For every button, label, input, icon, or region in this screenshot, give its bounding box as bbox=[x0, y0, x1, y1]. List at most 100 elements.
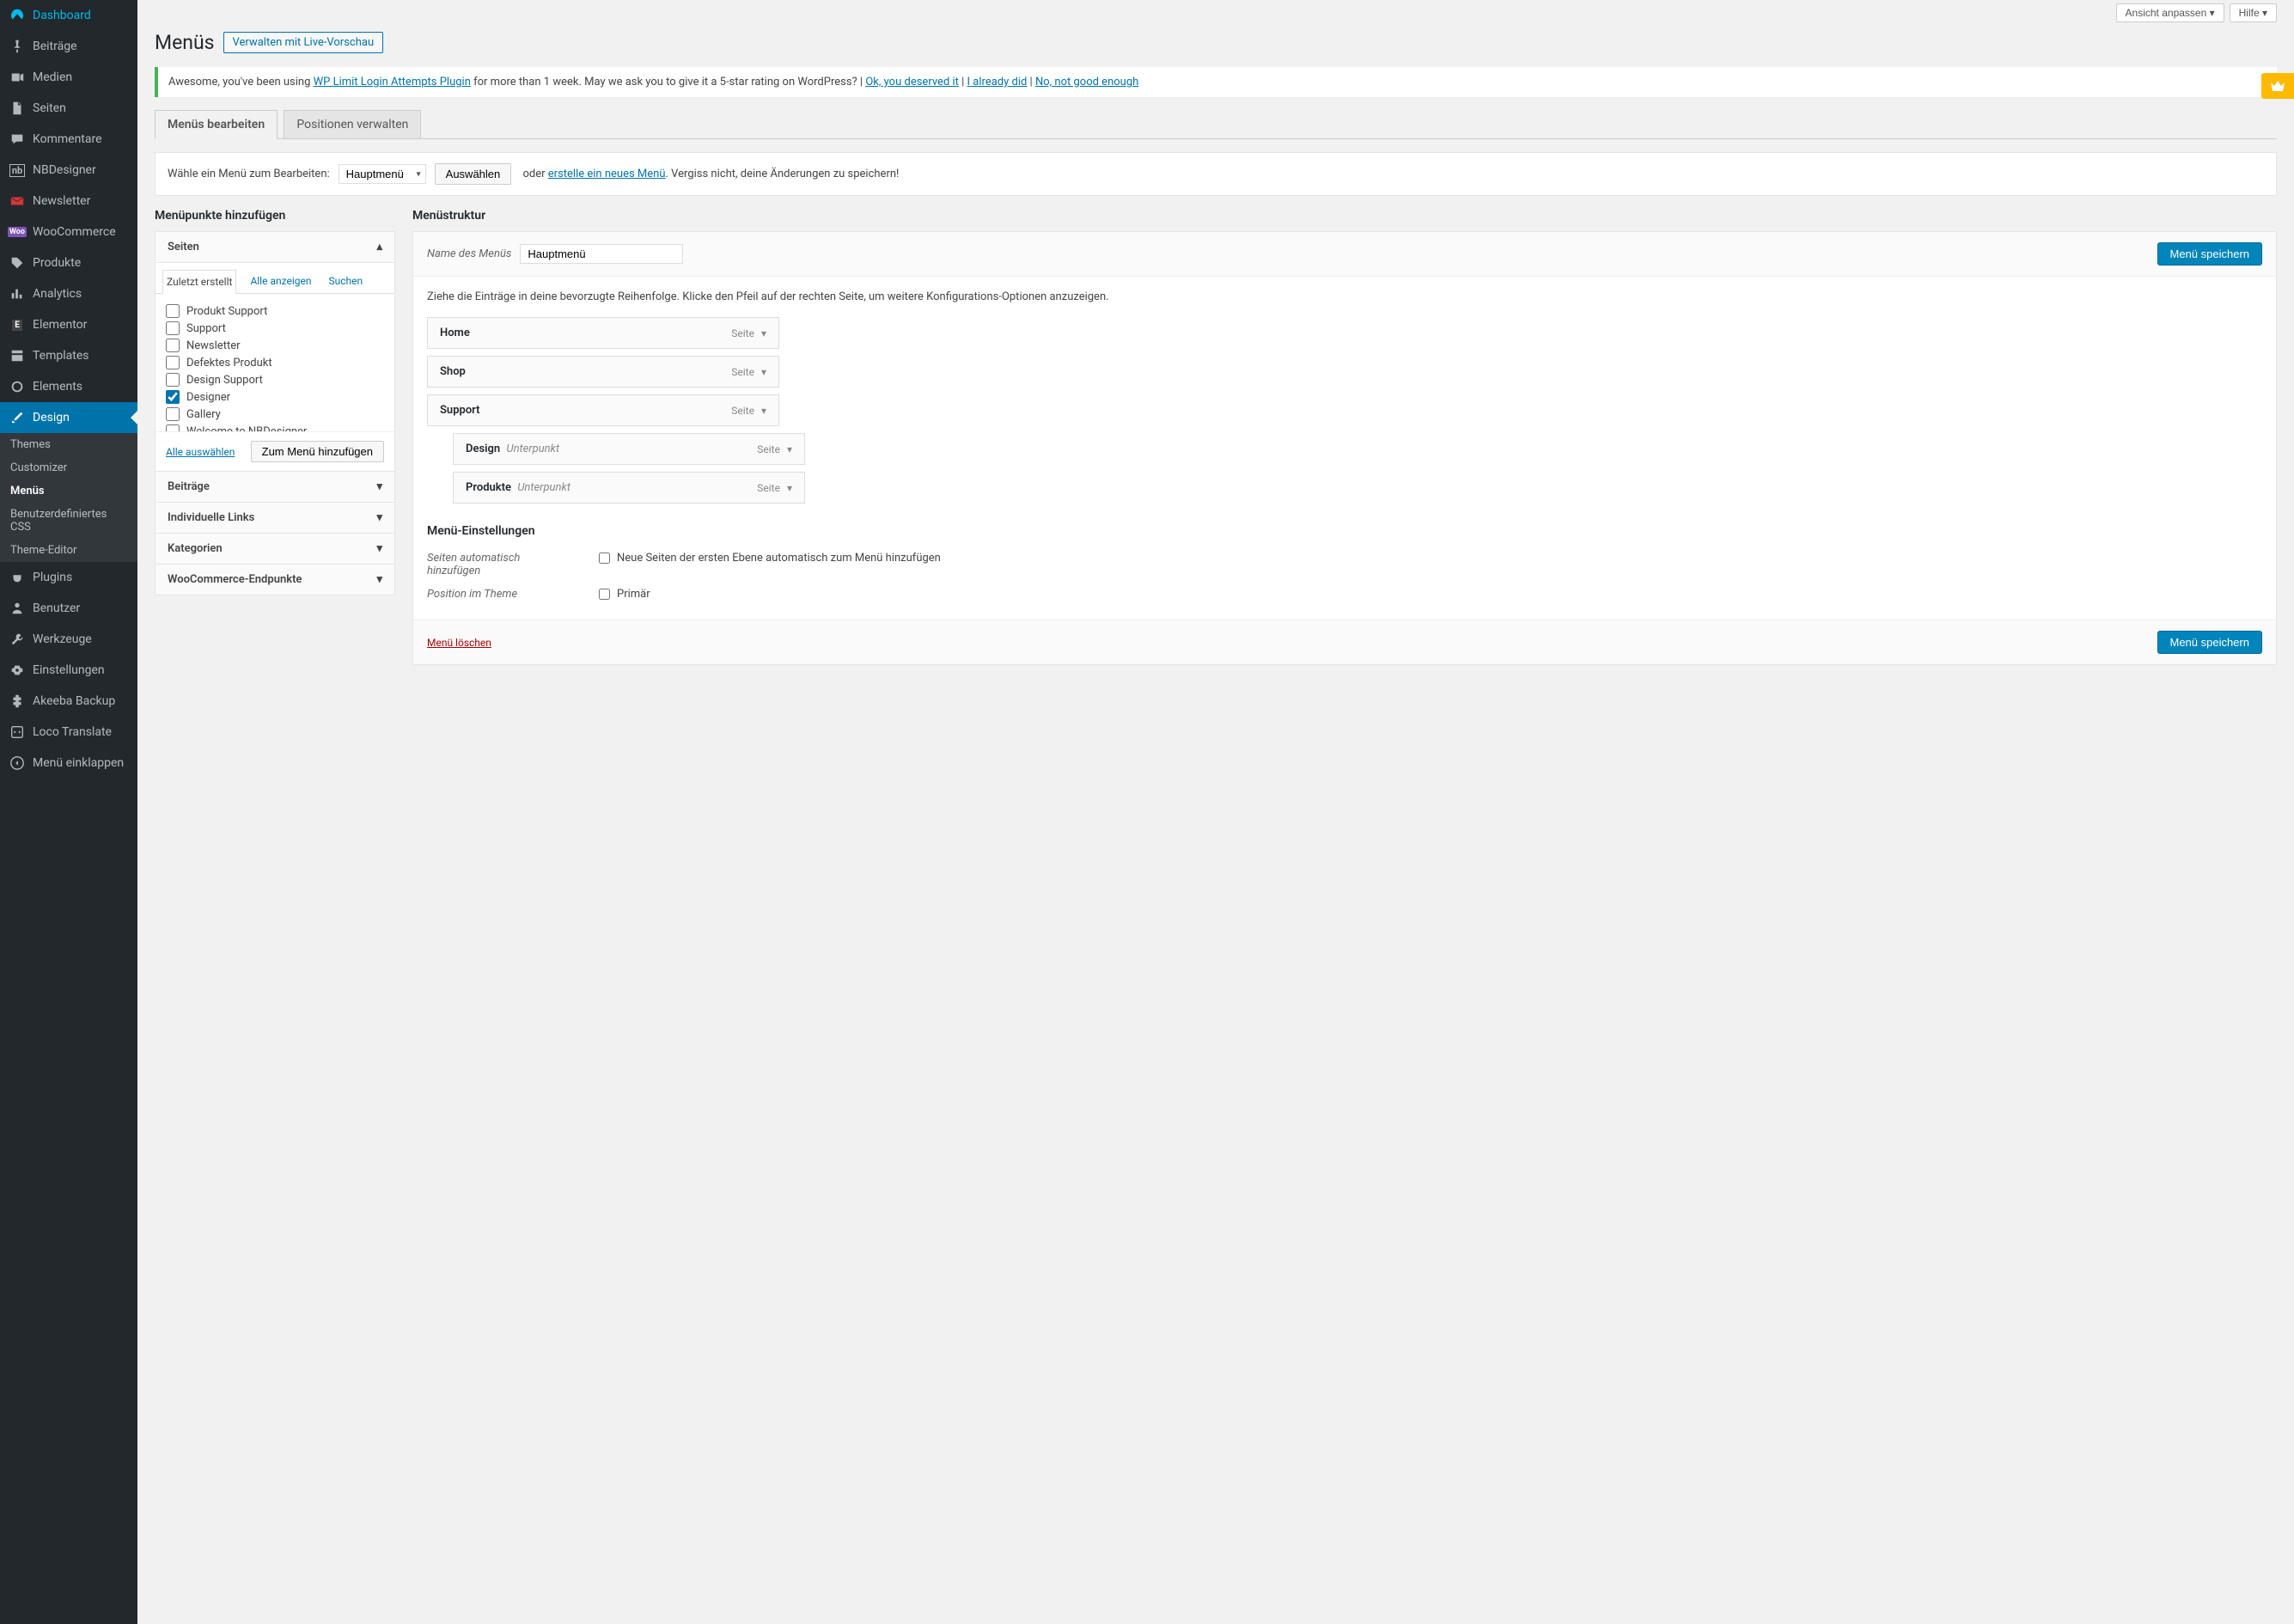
chevron-down-icon[interactable]: ▾ bbox=[761, 405, 766, 417]
check-item[interactable]: Design Support bbox=[166, 371, 384, 388]
page-checkbox[interactable] bbox=[166, 407, 180, 421]
acc-woo-head[interactable]: WooCommerce-Endpunkte▾ bbox=[156, 564, 394, 595]
sidebar-item-seiten[interactable]: Seiten bbox=[0, 93, 137, 124]
tab-search[interactable]: Suchen bbox=[325, 270, 366, 293]
check-item[interactable]: Designer bbox=[166, 388, 384, 406]
sidebar-item-produkte[interactable]: Produkte bbox=[0, 247, 137, 278]
page-checkbox[interactable] bbox=[166, 390, 180, 404]
check-item[interactable]: Produkt Support bbox=[166, 302, 384, 320]
menu-select[interactable]: Hauptmenü bbox=[339, 164, 426, 184]
rate-already-link[interactable]: I already did bbox=[967, 76, 1028, 89]
add-items-title: Menüpunkte hinzufügen bbox=[155, 209, 395, 223]
loco-icon bbox=[9, 723, 26, 741]
delete-menu-link[interactable]: Menü löschen bbox=[427, 637, 491, 649]
chevron-down-icon[interactable]: ▾ bbox=[761, 366, 766, 378]
sidebar-item-templates[interactable]: Templates bbox=[0, 340, 137, 371]
page-checklist[interactable]: Produkt Support Support Newsletter Defek… bbox=[156, 294, 394, 431]
sidebar-item-dashboard[interactable]: Dashboard bbox=[0, 0, 137, 31]
sidebar-subitem-menüs[interactable]: Menüs bbox=[0, 479, 137, 503]
collapse-icon bbox=[9, 754, 26, 772]
theme-location-checkbox[interactable] bbox=[599, 589, 610, 600]
page-checkbox[interactable] bbox=[166, 321, 180, 335]
sidebar-subitem-customizer[interactable]: Customizer bbox=[0, 456, 137, 479]
menu-item[interactable]: ShopSeite ▾ bbox=[427, 356, 779, 388]
templates-icon bbox=[9, 347, 26, 364]
create-menu-link[interactable]: erstelle ein neues Menü bbox=[548, 168, 666, 180]
sidebar-item-benutzer[interactable]: Benutzer bbox=[0, 593, 137, 624]
help-button[interactable]: Hilfe ▾ bbox=[2230, 3, 2277, 22]
main-content: Ansicht anpassen ▾ Hilfe ▾ Menüs Verwalt… bbox=[137, 0, 2294, 665]
sidebar-subitem-themes[interactable]: Themes bbox=[0, 433, 137, 456]
sidebar-item-woocommerce[interactable]: WooWooCommerce bbox=[0, 217, 137, 247]
sidebar-item-beiträge[interactable]: Beiträge bbox=[0, 31, 137, 62]
select-menu-label: Wähle ein Menü zum Bearbeiten: bbox=[168, 168, 330, 180]
page-checkbox[interactable] bbox=[166, 356, 180, 369]
sidebar-item-akeeba-backup[interactable]: Akeeba Backup bbox=[0, 686, 137, 717]
menu-item[interactable]: Produkte UnterpunktSeite ▾ bbox=[453, 472, 805, 504]
sidebar-item-einstellungen[interactable]: Einstellungen bbox=[0, 655, 137, 686]
page-checkbox[interactable] bbox=[166, 339, 180, 352]
acc-posts-head[interactable]: Beiträge▾ bbox=[156, 471, 394, 502]
tab-recent[interactable]: Zuletzt erstellt bbox=[162, 270, 236, 294]
theme-location-label: Position im Theme bbox=[427, 588, 573, 601]
acc-links-head[interactable]: Individuelle Links▾ bbox=[156, 502, 394, 533]
add-to-menu-button[interactable]: Zum Menü hinzufügen bbox=[251, 441, 384, 462]
rate-no-link[interactable]: No, not good enough bbox=[1035, 76, 1138, 89]
auto-add-checkbox[interactable] bbox=[599, 553, 610, 564]
check-item[interactable]: Newsletter bbox=[166, 337, 384, 354]
sidebar-item-nbdesigner[interactable]: nbNBDesigner bbox=[0, 155, 137, 186]
save-menu-button-bottom[interactable]: Menü speichern bbox=[2157, 631, 2263, 654]
select-all-link[interactable]: Alle auswählen bbox=[166, 446, 235, 458]
sidebar-item-newsletter[interactable]: Newsletter bbox=[0, 186, 137, 217]
sidebar-item-kommentare[interactable]: Kommentare bbox=[0, 124, 137, 155]
elementor-icon: E bbox=[9, 316, 26, 333]
check-item[interactable]: Defektes Produkt bbox=[166, 354, 384, 371]
menu-item[interactable]: Design UnterpunktSeite ▾ bbox=[453, 433, 805, 465]
admin-sidebar: DashboardBeiträgeMedienSeitenKommentaren… bbox=[0, 0, 137, 1624]
tab-manage-locations[interactable]: Positionen verwalten bbox=[284, 110, 421, 139]
page-checkbox[interactable] bbox=[166, 424, 180, 431]
sidebar-item-menü-einklappen[interactable]: Menü einklappen bbox=[0, 748, 137, 778]
user-icon bbox=[9, 600, 26, 617]
sidebar-item-design[interactable]: Design bbox=[0, 402, 137, 433]
acc-cats-head[interactable]: Kategorien▾ bbox=[156, 533, 394, 564]
menu-item[interactable]: SupportSeite ▾ bbox=[427, 394, 779, 426]
rating-notice: Awesome, you've been using WP Limit Logi… bbox=[155, 67, 2277, 97]
acc-pages-head[interactable]: Seiten▴ bbox=[156, 232, 394, 262]
theme-location-option[interactable]: Primär bbox=[599, 588, 650, 601]
menu-item[interactable]: HomeSeite ▾ bbox=[427, 317, 779, 349]
sidebar-item-loco-translate[interactable]: Loco Translate bbox=[0, 717, 137, 748]
tab-edit-menus[interactable]: Menüs bearbeiten bbox=[155, 110, 278, 139]
sidebar-item-werkzeuge[interactable]: Werkzeuge bbox=[0, 624, 137, 655]
menu-name-input[interactable] bbox=[520, 244, 683, 264]
page-icon bbox=[9, 100, 26, 117]
sidebar-subitem-theme-editor[interactable]: Theme-Editor bbox=[0, 539, 137, 562]
page-checkbox[interactable] bbox=[166, 373, 180, 387]
sidebar-item-analytics[interactable]: Analytics bbox=[0, 278, 137, 309]
chevron-down-icon: ▾ bbox=[376, 511, 382, 524]
chevron-down-icon[interactable]: ▾ bbox=[761, 327, 766, 339]
sidebar-item-elementor[interactable]: EElementor bbox=[0, 309, 137, 340]
crown-badge[interactable] bbox=[2261, 73, 2294, 99]
sidebar-item-elements[interactable]: Elements bbox=[0, 371, 137, 402]
save-menu-button-top[interactable]: Menü speichern bbox=[2157, 242, 2263, 266]
select-menu-button[interactable]: Auswählen bbox=[435, 163, 512, 185]
structure-title: Menüstruktur bbox=[412, 209, 2277, 223]
sidebar-item-medien[interactable]: Medien bbox=[0, 62, 137, 93]
chevron-down-icon[interactable]: ▾ bbox=[787, 482, 792, 494]
tab-all[interactable]: Alle anzeigen bbox=[247, 270, 314, 293]
check-item[interactable]: Welcome to NBDesigner bbox=[166, 423, 384, 431]
auto-add-option[interactable]: Neue Seiten der ersten Ebene automatisch… bbox=[599, 552, 941, 565]
sidebar-subitem-benutzerdefiniertes-css[interactable]: Benutzerdefiniertes CSS bbox=[0, 503, 137, 539]
screen-options-button[interactable]: Ansicht anpassen ▾ bbox=[2116, 3, 2224, 22]
crown-icon bbox=[2270, 80, 2285, 92]
check-item[interactable]: Gallery bbox=[166, 406, 384, 423]
nb-icon: nb bbox=[9, 162, 26, 179]
live-preview-link[interactable]: Verwalten mit Live-Vorschau bbox=[223, 32, 384, 53]
plugin-link[interactable]: WP Limit Login Attempts Plugin bbox=[314, 76, 471, 89]
sidebar-item-plugins[interactable]: Plugins bbox=[0, 562, 137, 593]
page-checkbox[interactable] bbox=[166, 304, 180, 318]
chevron-down-icon[interactable]: ▾ bbox=[787, 443, 792, 455]
check-item[interactable]: Support bbox=[166, 320, 384, 337]
rate-ok-link[interactable]: Ok, you deserved it bbox=[865, 76, 959, 89]
